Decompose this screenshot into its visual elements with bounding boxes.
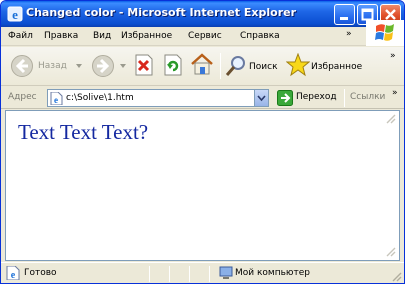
forward-arrow-icon	[92, 55, 114, 77]
back-button[interactable]: Назад	[6, 51, 76, 81]
stop-icon	[135, 54, 153, 76]
search-button[interactable]: Поиск	[224, 52, 280, 80]
status-bar: e Готово Мой компьютер	[1, 262, 404, 283]
menu-file[interactable]: Файл	[8, 31, 33, 41]
internet-explorer-icon: e	[7, 6, 23, 22]
toolbar-separator	[220, 53, 221, 79]
address-value: c:\Solive\1.htm	[66, 93, 134, 103]
address-bar: Адрес e c:\Solive\1.htm Переход Ссылки »	[1, 87, 404, 109]
resize-grip-icon[interactable]	[392, 272, 402, 282]
minimize-button[interactable]	[334, 4, 355, 25]
back-label: Назад	[38, 61, 67, 71]
status-text: Готово	[24, 268, 57, 278]
window-title: Changed color - Microsoft Internet Explo…	[26, 6, 297, 19]
address-label: Адрес	[8, 92, 37, 102]
page-content[interactable]: Text Text Text?	[5, 110, 400, 261]
forward-button[interactable]	[88, 51, 118, 81]
links-separator	[344, 89, 345, 107]
menu-favorites[interactable]: Избранное	[121, 31, 172, 41]
stop-button[interactable]	[133, 53, 157, 79]
home-button[interactable]	[190, 52, 216, 80]
status-separator	[169, 266, 170, 282]
menu-overflow[interactable]: »	[346, 29, 352, 39]
menu-bar: Файл Правка Вид Избранное Сервис Справка…	[1, 27, 404, 46]
menu-view[interactable]: Вид	[93, 31, 111, 41]
status-separator	[149, 266, 150, 282]
go-label: Переход	[296, 92, 337, 102]
toolbar-overflow[interactable]: »	[390, 51, 396, 61]
menu-help[interactable]: Справка	[240, 31, 280, 41]
links-button[interactable]: Ссылки	[350, 92, 385, 102]
windows-logo	[366, 20, 404, 46]
standard-toolbar: Назад Поиск Избранное »	[1, 47, 404, 86]
security-zone: Мой компьютер	[235, 268, 310, 278]
page-done-icon: e	[6, 266, 20, 280]
search-label: Поиск	[249, 62, 278, 72]
svg-text:e: e	[54, 95, 58, 105]
address-dropdown-button[interactable]	[254, 90, 268, 106]
back-arrow-icon	[11, 55, 33, 77]
status-separator	[209, 266, 210, 282]
search-icon	[225, 56, 245, 76]
scroll-up-icon	[386, 114, 396, 124]
favorites-label: Избранное	[311, 62, 363, 72]
address-input[interactable]: e c:\Solive\1.htm	[47, 89, 269, 107]
refresh-button[interactable]	[162, 53, 186, 79]
forward-dropdown-icon[interactable]	[119, 62, 127, 70]
page-text: Text Text Text?	[18, 120, 149, 144]
svg-text:e: e	[11, 270, 16, 280]
links-overflow[interactable]: »	[392, 88, 398, 98]
title-bar[interactable]: e Changed color - Microsoft Internet Exp…	[1, 1, 404, 27]
minimize-icon	[340, 17, 348, 20]
page-icon: e	[50, 92, 63, 105]
svg-text:e: e	[12, 7, 18, 22]
favorites-button[interactable]: Избранное	[286, 52, 366, 80]
status-separator	[189, 266, 190, 282]
refresh-icon	[164, 54, 182, 76]
windows-flag-icon	[375, 24, 394, 41]
menu-edit[interactable]: Правка	[44, 31, 78, 41]
home-icon	[191, 53, 213, 75]
my-computer-icon	[219, 266, 233, 279]
chevron-down-icon	[257, 95, 266, 102]
back-dropdown-icon[interactable]	[75, 62, 83, 70]
favorites-star-icon	[286, 53, 310, 77]
menu-tools[interactable]: Сервис	[188, 31, 222, 41]
browser-window: e Changed color - Microsoft Internet Exp…	[0, 0, 405, 284]
go-arrow-icon	[277, 90, 293, 106]
resize-grip-icon	[386, 247, 396, 257]
